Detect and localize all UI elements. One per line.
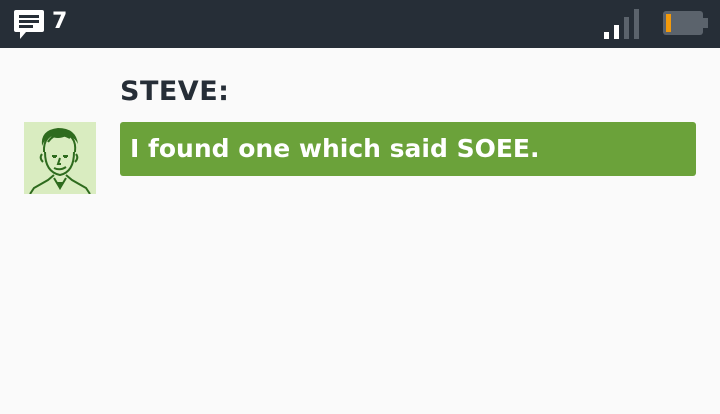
dialogue-panel: STEVE: I found one which said SOEE. [0, 48, 720, 414]
signal-strength-icon [604, 9, 639, 39]
dialogue-bubble[interactable]: I found one which said SOEE. [120, 122, 696, 176]
avatar [24, 122, 96, 195]
steve-portrait-icon [29, 128, 91, 195]
signal-bar-2 [614, 25, 619, 39]
message-count: 7 [52, 9, 68, 34]
dialogue-text: I found one which said SOEE. [130, 134, 540, 163]
battery-icon [663, 11, 708, 35]
chat-bubble-icon [14, 10, 44, 39]
signal-bar-1 [604, 32, 609, 39]
signal-bar-3 [624, 17, 629, 39]
speaker-name: STEVE: [120, 76, 230, 107]
signal-bar-4 [634, 9, 639, 39]
battery-level-fill [666, 14, 671, 32]
status-bar: 7 [0, 0, 720, 48]
